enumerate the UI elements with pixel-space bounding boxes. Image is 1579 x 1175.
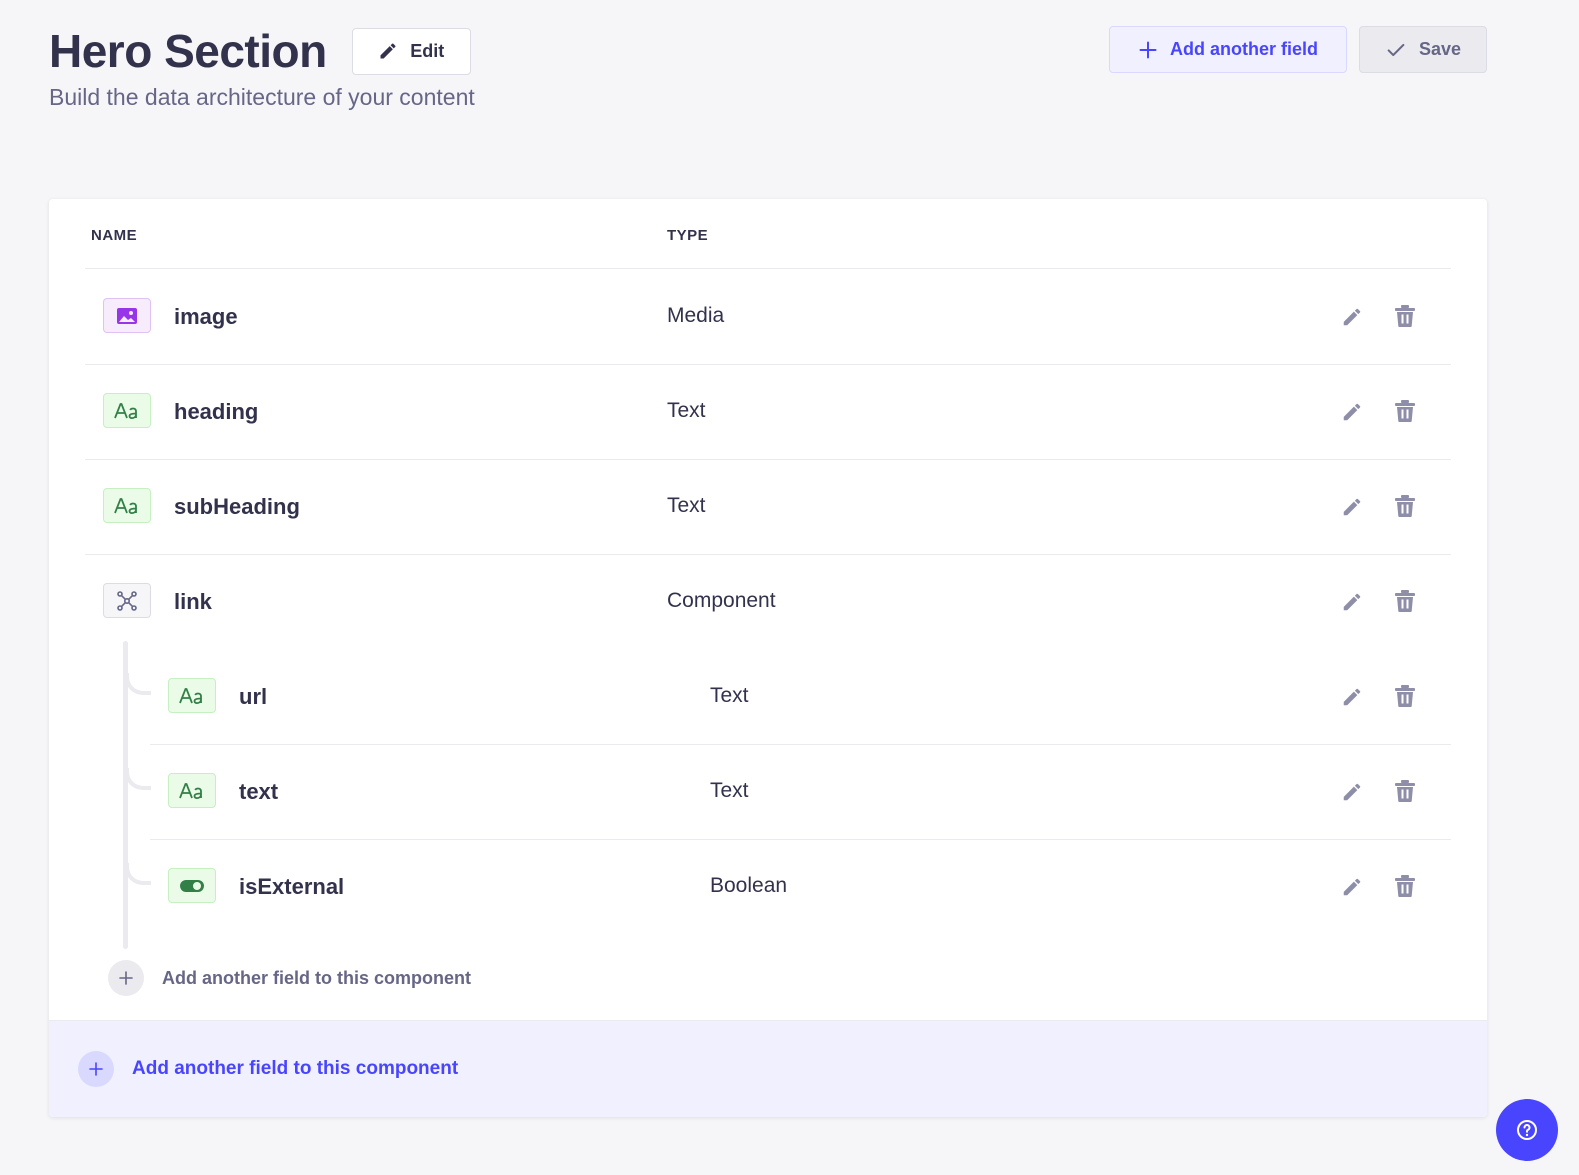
field-name: image [174,304,238,329]
pencil-icon[interactable] [1341,496,1363,518]
table-row[interactable]: url Text [150,650,1451,745]
help-icon [1517,1120,1537,1140]
table-row[interactable]: isExternal Boolean [150,840,1451,935]
trash-icon[interactable] [1395,495,1415,517]
pencil-icon[interactable] [1341,781,1363,803]
plus-icon [108,960,144,996]
pencil-icon[interactable] [1341,591,1363,613]
media-icon [103,298,151,333]
table-row[interactable]: image Media [85,270,1451,365]
add-another-field-label: Add another field [1170,39,1318,59]
field-name: isExternal [239,874,345,899]
save-button-label: Save [1418,39,1462,59]
check-icon [1387,43,1405,56]
field-type: Media [667,304,725,327]
page-title: Hero Section [49,25,327,77]
field-type: Text [667,494,706,517]
text-icon [103,393,151,428]
trash-icon[interactable] [1395,875,1415,897]
field-type: Component [667,589,776,612]
field-type: Boolean [710,874,788,897]
edit-button[interactable]: Edit [351,27,471,75]
tree-connector-curve [125,863,151,885]
component-icon [103,583,151,618]
save-button[interactable]: Save [1359,26,1487,73]
column-header-name: NAME [91,227,138,244]
field-type: Text [710,684,749,707]
tree-connector-curve [125,768,151,790]
add-field-to-component-button[interactable]: Add another field to this component [108,960,471,996]
field-type: Text [667,399,706,422]
add-field-footer-label: Add another field to this component [132,1058,459,1079]
text-icon [103,488,151,523]
table-row[interactable]: subHeading Text [85,460,1451,555]
trash-icon[interactable] [1395,685,1415,707]
boolean-icon [168,868,216,903]
text-icon [168,678,216,713]
text-icon [168,773,216,808]
table-row[interactable]: heading Text [85,365,1451,460]
help-button[interactable] [1496,1099,1558,1161]
trash-icon[interactable] [1395,400,1415,422]
field-name: heading [174,399,259,424]
field-type: Text [710,779,749,802]
pencil-icon[interactable] [1341,306,1363,328]
add-another-field-button[interactable]: Add another field [1109,26,1347,73]
pencil-icon [380,43,396,59]
add-field-to-component-label: Add another field to this component [162,967,471,988]
table-row[interactable]: link Component [85,555,1451,650]
pencil-icon[interactable] [1341,686,1363,708]
trash-icon[interactable] [1395,780,1415,802]
tree-connector-curve [125,673,151,695]
plus-icon [1139,41,1157,58]
pencil-icon[interactable] [1341,876,1363,898]
field-name: link [174,589,212,614]
edit-button-label: Edit [410,40,445,61]
plus-icon [78,1051,114,1087]
field-name: text [239,779,279,804]
column-header-type: TYPE [667,227,709,244]
field-name: subHeading [174,494,300,519]
table-row[interactable]: text Text [150,745,1451,840]
fields-table-card: NAME TYPE image Media heading Text subHe… [49,199,1487,1117]
table-header: NAME TYPE [85,199,1451,269]
pencil-icon[interactable] [1341,401,1363,423]
page-header: Hero Section Edit Build the data archite… [49,24,1499,124]
trash-icon[interactable] [1395,305,1415,327]
trash-icon[interactable] [1395,590,1415,612]
add-field-footer-button[interactable]: Add another field to this component [49,1020,1487,1117]
page-subtitle: Build the data architecture of your cont… [49,84,475,110]
field-name: url [239,684,268,709]
header-actions: Add another field Save [1109,26,1487,73]
